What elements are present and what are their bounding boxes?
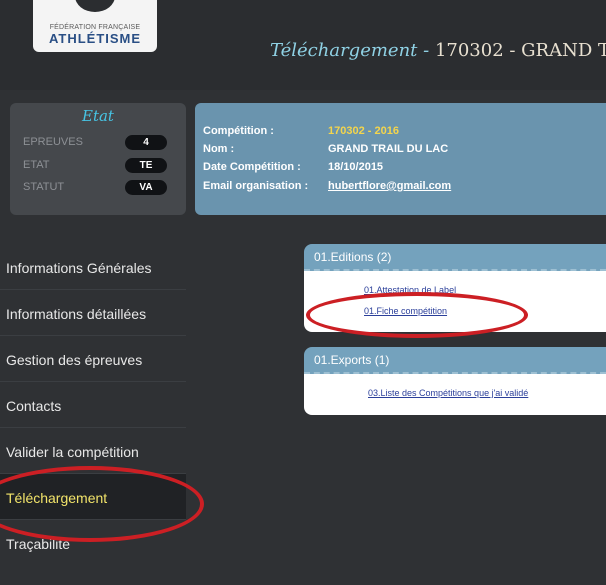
etat-label-epreuves: EPREUVES — [23, 136, 83, 148]
info-label: Compétition : — [203, 125, 274, 137]
sidebar-item-label: Contacts — [6, 398, 62, 414]
info-value-competition: 170302 - 2016 — [328, 125, 399, 137]
liste-competitions-validees-link[interactable]: 03.Liste des Compétitions que j'ai valid… — [368, 388, 528, 398]
etat-title: Etat — [82, 107, 114, 125]
sidebar-item-informations-detaillees[interactable]: Informations détaillées — [0, 290, 186, 336]
competition-info-panel: Compétition : 170302 - 2016 Nom : GRAND TR… — [195, 103, 606, 215]
logo-athletisme-text: ATHLÉTISME — [48, 31, 142, 46]
sidebar-item-label: Informations Générales — [6, 260, 152, 276]
info-value-nom: GRAND TRAIL DU LAC — [328, 143, 449, 155]
etat-badge-epreuves: 4 — [125, 135, 167, 150]
exports-panel: 01.Exports (1) 03.Liste des Compétitions… — [304, 347, 606, 415]
header: FÉDÉRATION FRANÇAISE ATHLÉTISME Téléchar… — [0, 0, 606, 90]
highlight-ellipse-fiche-competition — [306, 292, 528, 338]
editions-panel-title: 01.Editions (2) — [314, 250, 392, 264]
sidebar-item-label: Informations détaillées — [6, 306, 147, 322]
etat-panel: Etat EPREUVES 4 ETAT TE STATUT VA — [10, 103, 186, 215]
page-title-competition: 170302 - GRAND T — [434, 40, 606, 61]
sidebar-item-gestion-epreuves[interactable]: Gestion des épreuves — [0, 336, 186, 382]
etat-label-statut: STATUT — [23, 181, 65, 193]
logo-arc — [75, 0, 115, 12]
exports-panel-body: 03.Liste des Compétitions que j'ai valid… — [304, 374, 606, 415]
sidebar-item-contacts[interactable]: Contacts — [0, 382, 186, 428]
info-label: Date Compétition : — [203, 161, 301, 173]
info-row-email: Email organisation : hubertflore@gmail.co… — [203, 180, 451, 192]
email-link[interactable]: hubertflore@gmail.com — [328, 180, 451, 192]
etat-label-etat: ETAT — [23, 159, 50, 171]
exports-panel-header[interactable]: 01.Exports (1) — [304, 347, 606, 374]
info-row-date: Date Compétition : 18/10/2015 — [203, 161, 383, 173]
logo-federation-text: FÉDÉRATION FRANÇAISE — [49, 24, 141, 31]
info-label: Nom : — [203, 143, 235, 155]
info-row-competition: Compétition : 170302 - 2016 — [203, 125, 399, 137]
etat-badge-etat: TE — [125, 158, 167, 173]
sidebar-item-label: Gestion des épreuves — [6, 352, 143, 368]
info-value-date: 18/10/2015 — [328, 161, 384, 173]
editions-panel-header[interactable]: 01.Editions (2) — [304, 244, 606, 271]
info-label: Email organisation : — [203, 180, 309, 192]
ffa-logo[interactable]: FÉDÉRATION FRANÇAISE ATHLÉTISME — [33, 0, 157, 52]
exports-panel-title: 01.Exports (1) — [314, 353, 390, 367]
info-row-nom: Nom : GRAND TRAIL DU LAC — [203, 143, 448, 155]
sidebar-item-informations-generales[interactable]: Informations Générales — [0, 244, 186, 290]
page-title-prefix: Téléchargement - — [270, 40, 435, 61]
sidebar-item-label: Valider la compétition — [6, 444, 139, 460]
page-title: Téléchargement - 170302 - GRAND T — [270, 40, 606, 61]
etat-badge-statut: VA — [125, 180, 167, 195]
